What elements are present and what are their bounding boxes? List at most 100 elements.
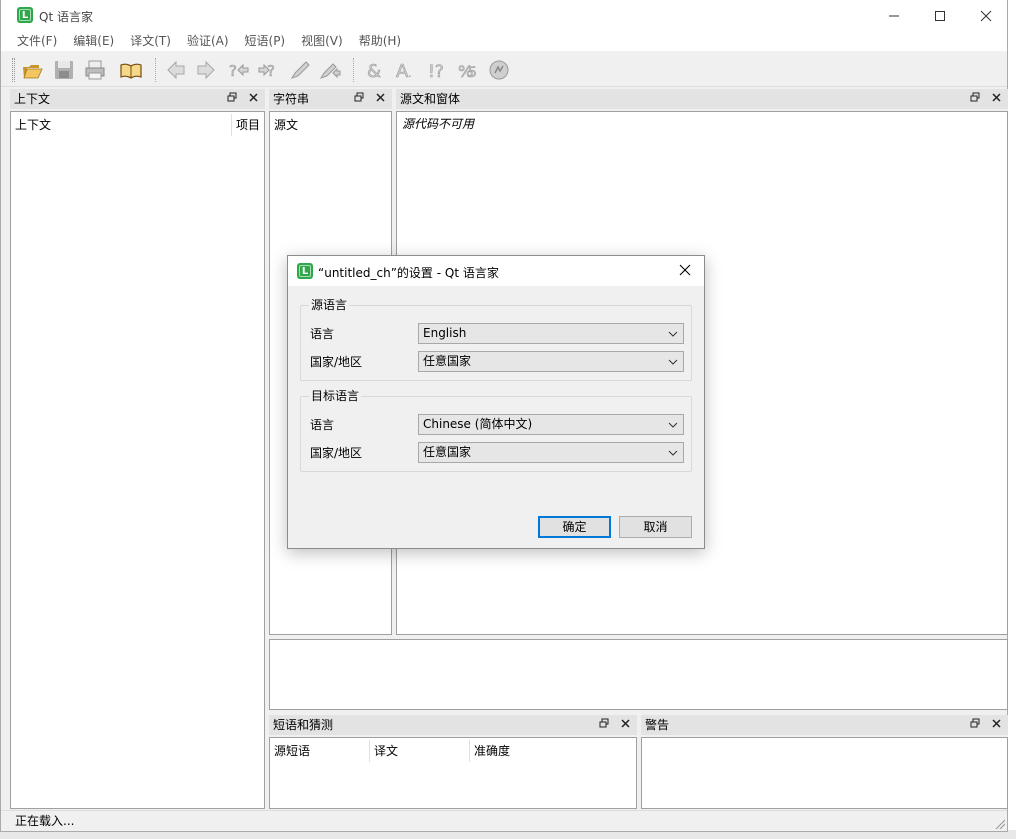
strings-dock-title[interactable]: 字符串	[269, 89, 392, 109]
next-icon	[197, 60, 215, 80]
placeholder-check-button[interactable]: % 5	[455, 57, 481, 83]
column-header-source-text[interactable]: 源文	[270, 114, 390, 136]
prev-button[interactable]	[163, 57, 189, 83]
window-title: Qt 语言家	[39, 10, 93, 24]
close-button[interactable]	[963, 0, 1009, 31]
next-button[interactable]	[193, 57, 219, 83]
next-unfinished-button[interactable]: ?	[256, 57, 282, 83]
sources-dock-title-text: 源文和窗体	[400, 92, 461, 106]
strings-dock-close-button[interactable]	[373, 91, 387, 107]
float-icon	[970, 718, 980, 728]
ok-button[interactable]: 确定	[538, 516, 611, 538]
phrases-dock-title-text: 短语和猜测	[273, 718, 334, 732]
close-icon	[980, 10, 992, 21]
phrases-dock: 短语和猜测 源短语 译文 准确度	[269, 715, 637, 809]
context-dock-float-button[interactable]	[225, 91, 239, 107]
print-button[interactable]	[82, 57, 108, 83]
warnings-dock: 警告	[641, 715, 1008, 809]
next-unfinished-icon: ?	[258, 62, 275, 80]
close-icon	[991, 93, 1001, 102]
float-icon	[354, 92, 364, 102]
minimize-button[interactable]	[871, 0, 917, 31]
size-grip[interactable]	[993, 817, 1005, 829]
app-icon: L	[17, 7, 33, 23]
target-country-select[interactable]: 任意国家	[418, 442, 684, 463]
warnings-dock-float-button[interactable]	[968, 717, 982, 733]
target-language-group-title: 目标语言	[309, 388, 362, 404]
done-next-button[interactable]	[317, 57, 343, 83]
target-country-label: 国家/地区	[310, 446, 363, 460]
column-header-accuracy[interactable]: 准确度	[470, 740, 590, 762]
context-list[interactable]: 上下文 项目	[10, 111, 265, 809]
source-country-select[interactable]: 任意国家	[418, 351, 684, 372]
sources-dock-title[interactable]: 源文和窗体	[396, 89, 1008, 109]
menu-view[interactable]: 视图(V)	[293, 31, 351, 51]
surrounding-whitespace-check-button[interactable]	[486, 57, 512, 83]
phrases-dock-title[interactable]: 短语和猜测	[269, 715, 637, 735]
source-language-label: 语言	[310, 327, 335, 341]
save-button[interactable]	[51, 57, 77, 83]
menu-edit[interactable]: 编辑(E)	[65, 31, 122, 51]
menu-file[interactable]: 文件(F)	[9, 31, 65, 51]
done-button[interactable]	[287, 57, 313, 83]
phrases-dock-float-button[interactable]	[597, 717, 611, 733]
column-header-items[interactable]: 项目	[232, 114, 264, 136]
phrase-match-check-button[interactable]: !?	[424, 57, 450, 83]
phrase-match-check-icon: !?	[428, 62, 444, 81]
sources-dock-float-button[interactable]	[968, 91, 982, 107]
target-language-label: 语言	[310, 418, 335, 432]
toolbar: ? ? & A. !? % 5	[1, 53, 1007, 87]
warnings-dock-close-button[interactable]	[989, 717, 1003, 733]
open-button[interactable]	[19, 57, 45, 83]
target-language-group: 目标语言 语言 Chinese (简体中文) 国家/地区 任意国家	[300, 388, 692, 472]
phrases-dock-close-button[interactable]	[618, 717, 632, 733]
dialog-title-bar[interactable]: L “untitled_ch”的设置 - Qt 语言家	[288, 256, 704, 286]
source-language-group: 源语言 语言 English 国家/地区 任意国家	[300, 297, 692, 381]
ending-punctuation-check-button[interactable]: A.	[393, 57, 419, 83]
target-language-select[interactable]: Chinese (简体中文)	[418, 414, 684, 435]
title-bar[interactable]: L Qt 语言家	[1, 0, 1007, 31]
phrasebook-button[interactable]	[118, 57, 144, 83]
toolbar-separator	[353, 58, 354, 82]
dialog-close-button[interactable]	[674, 260, 696, 282]
svg-text:?: ?	[229, 62, 237, 80]
prev-icon	[167, 60, 185, 80]
target-country-value: 任意国家	[423, 445, 472, 459]
chevron-down-icon	[667, 352, 679, 371]
svg-text:&: &	[367, 61, 381, 81]
toolbar-handle[interactable]	[12, 58, 15, 82]
close-icon	[991, 719, 1001, 728]
strings-dock-float-button[interactable]	[352, 91, 366, 107]
context-dock-title[interactable]: 上下文	[10, 89, 265, 109]
context-dock-close-button[interactable]	[246, 91, 260, 107]
sources-dock-close-button[interactable]	[989, 91, 1003, 107]
cancel-button[interactable]: 取消	[619, 516, 692, 538]
column-header-translation[interactable]: 译文	[370, 740, 469, 762]
column-header-context[interactable]: 上下文	[11, 114, 231, 136]
source-language-value: English	[423, 326, 467, 340]
column-header-source-phrase[interactable]: 源短语	[270, 740, 369, 762]
menu-validation[interactable]: 验证(A)	[179, 31, 237, 51]
source-language-group-title: 源语言	[309, 297, 350, 313]
menu-translation[interactable]: 译文(T)	[122, 31, 179, 51]
accelerator-check-icon: &	[367, 61, 382, 81]
prev-unfinished-icon: ?	[229, 62, 249, 80]
source-country-value: 任意国家	[423, 354, 472, 368]
warnings-list[interactable]	[641, 737, 1008, 809]
menu-help[interactable]: 帮助(H)	[351, 31, 409, 51]
status-text: 正在载入...	[15, 814, 75, 828]
placeholder-check-icon: %5	[458, 62, 478, 81]
prev-unfinished-button[interactable]: ?	[225, 57, 251, 83]
open-icon	[23, 65, 43, 79]
surrounding-whitespace-check-icon	[489, 60, 509, 80]
minimize-icon	[889, 15, 899, 16]
warnings-dock-title[interactable]: 警告	[641, 715, 1008, 735]
toolbar-separator	[155, 58, 156, 82]
done-icon	[290, 61, 310, 79]
phrases-list[interactable]: 源短语 译文 准确度	[269, 737, 637, 809]
maximize-button[interactable]	[917, 0, 963, 31]
translation-editor[interactable]	[269, 639, 1008, 710]
accelerator-check-button[interactable]: &	[362, 57, 388, 83]
menu-phrases[interactable]: 短语(P)	[237, 31, 294, 51]
source-language-select[interactable]: English	[418, 323, 684, 344]
